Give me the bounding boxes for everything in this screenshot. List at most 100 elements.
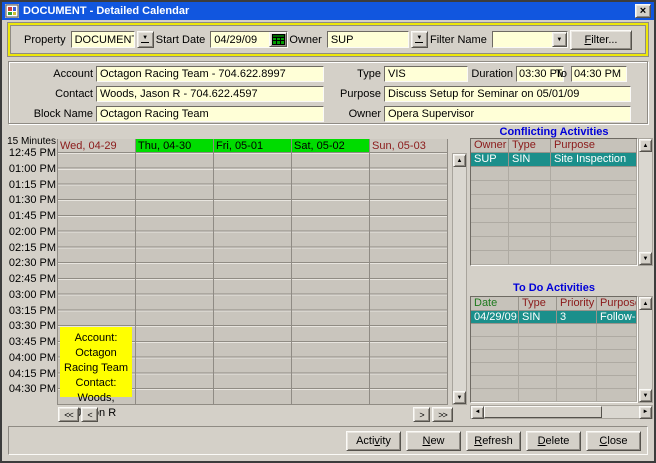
table-row [471,363,637,376]
arrow-up-icon: ▲ [643,143,649,149]
prev-page-button[interactable]: < [81,407,98,422]
table-row [471,181,637,195]
duration-label: Duration [429,68,513,80]
scroll-up-button[interactable]: ▲ [639,139,652,152]
todo-vscrollbar[interactable]: ▲ ▼ [638,296,653,403]
property-lov-button[interactable]: ▼ [137,31,154,48]
calendar-vscrollbar[interactable]: ▲ ▼ [452,153,467,405]
arrow-right-icon: ► [643,409,649,415]
appointment-block[interactable]: Account: Octagon Racing Team Contact: Wo… [60,327,132,397]
scroll-up-button[interactable]: ▲ [639,297,652,310]
property-label: Property [24,34,66,46]
table-row [471,389,637,402]
time-label: 01:30 PM [4,194,56,206]
activity-button[interactable]: Activity [346,431,401,451]
owner-field[interactable]: SUP [327,31,409,48]
property-field[interactable]: DOCUMENT [71,31,135,48]
chevron-down-icon: ▼ [556,37,562,43]
purpose-field: Discuss Setup for Seminar on 05/01/09 [384,86,631,102]
close-button[interactable]: × [635,4,651,18]
delete-button[interactable]: Delete [526,431,581,451]
todo-hscrollbar[interactable]: ◄ ► [470,405,653,419]
table-row [471,350,637,363]
interval-label: 15 Minutes [4,136,56,147]
contact-field: Woods, Jason R - 704.622.4597 [96,86,324,102]
arrow-down-icon: ▼ [643,393,649,399]
time-label: 02:45 PM [4,273,56,285]
table-row [471,376,637,389]
purpose-label: Purpose [309,88,381,100]
owner-lov-button[interactable]: ▼ [411,31,428,48]
time-label: 03:15 PM [4,305,56,317]
calendar-picker-button[interactable] [269,32,287,47]
type-label: Type [309,68,381,80]
day-cells[interactable] [214,153,291,405]
refresh-button[interactable]: Refresh [466,431,521,451]
day-header: Thu, 04-30 [136,139,213,153]
app-icon [5,4,19,18]
time-label: 01:00 PM [4,163,56,175]
scroll-up-button[interactable]: ▲ [453,154,466,167]
column-header: Purpose [597,297,637,311]
day-cells[interactable] [292,153,369,405]
scroll-down-button[interactable]: ▼ [639,389,652,402]
table-header-row: Date Type Priority Purpose [471,297,637,311]
last-page-button[interactable]: >> [432,407,453,422]
owner-label: Owner [289,34,321,46]
arrow-up-icon: ▲ [457,158,463,164]
activity-owner-label: Owner [309,108,381,120]
scrollbar-thumb[interactable] [484,406,602,418]
time-label: 03:00 PM [4,289,56,301]
arrow-left-icon: ◄ [475,409,481,415]
detailed-calendar-window: DOCUMENT - Detailed Calendar × Property … [0,0,656,463]
scroll-down-button[interactable]: ▼ [453,391,466,404]
scroll-right-button[interactable]: ► [639,406,652,419]
conflicting-activities-title: Conflicting Activities [470,126,638,138]
filter-name-label: Filter Name [430,34,487,46]
table-row [471,324,637,337]
day-column-fri: Fri, 05-01 [214,139,292,405]
filter-name-dropdown-button[interactable]: ▼ [552,32,567,47]
filter-name-combo[interactable]: ▼ [492,31,568,48]
day-cells[interactable] [370,153,447,405]
time-label: 01:15 PM [4,179,56,191]
day-column-sat: Sat, 05-02 [292,139,370,405]
scroll-left-button[interactable]: ◄ [471,406,484,419]
column-header: Owner [471,139,509,153]
filter-bar: Property DOCUMENT ▼ Start Date 04/29/09 … [8,23,648,56]
column-header: Date [471,297,519,311]
todo-activities-table: Date Type Priority Purpose 04/29/09 SIN … [470,296,638,403]
calendar-icon [272,34,285,45]
filter-button[interactable]: Filter... [570,30,632,50]
first-page-button[interactable]: << [58,407,79,422]
details-panel: Account Octagon Racing Team - 704.622.89… [8,61,648,124]
day-cells[interactable] [136,153,213,405]
close-icon: × [640,6,646,16]
time-label: 04:30 PM [4,383,56,395]
day-header: Sat, 05-02 [292,139,369,153]
table-row [471,167,637,181]
day-column-sun: Sun, 05-03 [370,139,448,405]
arrow-down-icon: ▼ [643,256,649,262]
start-date-label: Start Date [156,34,206,46]
arrow-down-icon: ▼ [457,395,463,401]
time-label: 03:30 PM [4,320,56,332]
day-header: Fri, 05-01 [214,139,291,153]
new-button[interactable]: New [406,431,461,451]
time-label: 03:45 PM [4,336,56,348]
conflicting-activities-table: Owner Type Purpose SUP SIN Site Inspecti… [470,138,638,266]
next-page-button[interactable]: > [413,407,430,422]
table-row[interactable]: 04/29/09 SIN 3 Follow-up [471,311,637,324]
time-label: 02:00 PM [4,226,56,238]
conflicting-vscrollbar[interactable]: ▲ ▼ [638,138,653,266]
duration-to-field: 04:30 PM [571,66,627,82]
day-header: Wed, 04-29 [58,139,135,153]
window-title: DOCUMENT - Detailed Calendar [23,5,631,17]
lov-dropdown-icon: ▼ [141,36,149,43]
bottom-button-bar: Activity New Refresh Delete Close [8,426,648,455]
close-action-button[interactable]: Close [586,431,641,451]
scroll-down-button[interactable]: ▼ [639,252,652,265]
day-header: Sun, 05-03 [370,139,447,153]
time-label: 02:15 PM [4,242,56,254]
table-row[interactable]: SUP SIN Site Inspection [471,153,637,167]
